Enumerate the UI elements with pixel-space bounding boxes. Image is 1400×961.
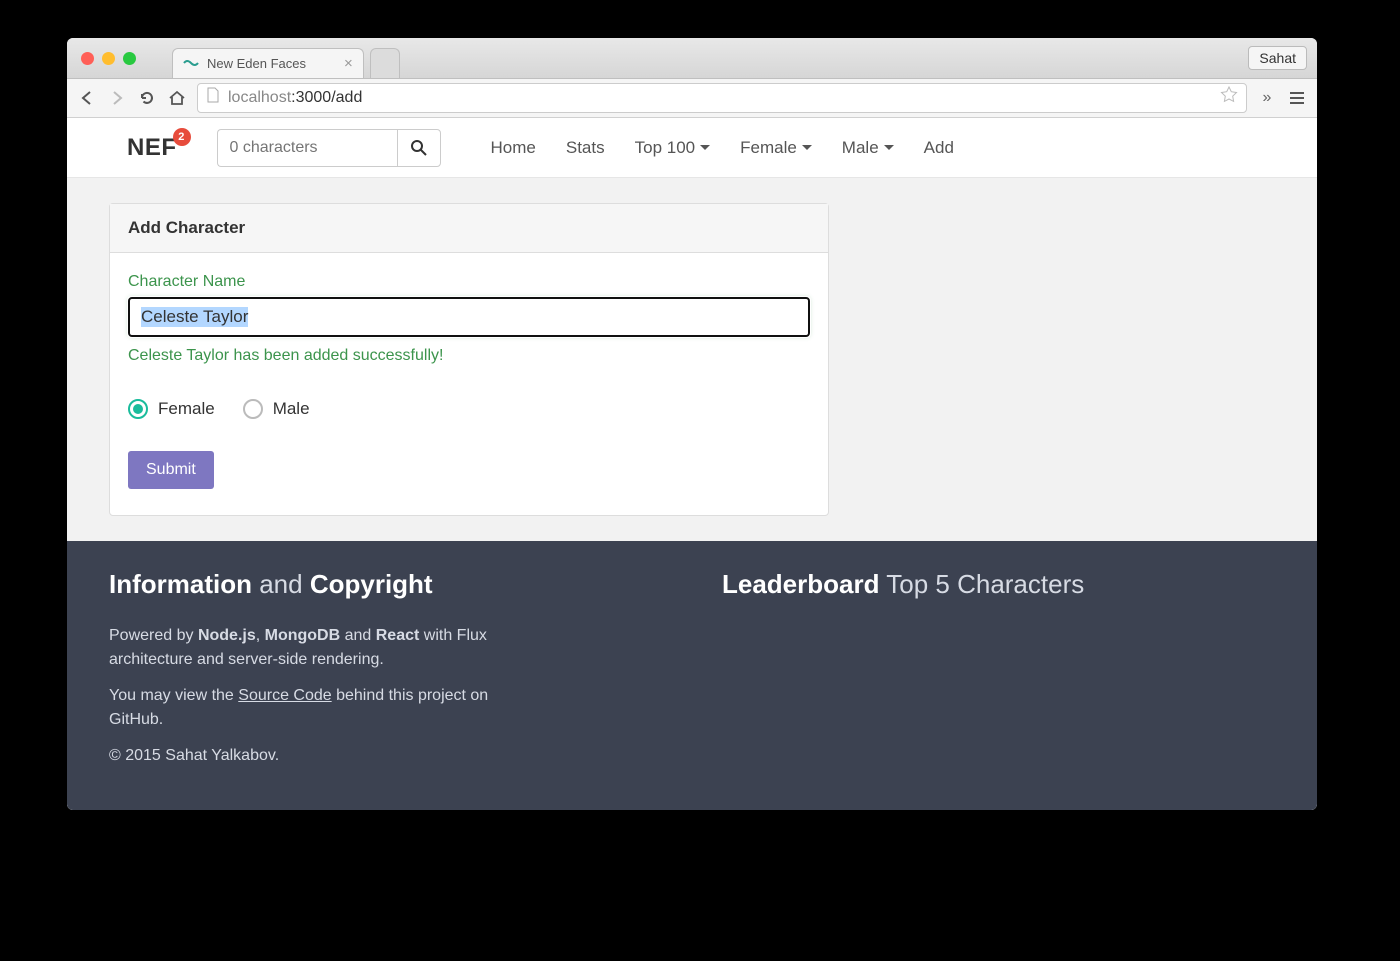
nav-add[interactable]: Add: [924, 138, 954, 158]
nav-male-label: Male: [842, 138, 879, 158]
minimize-window-icon[interactable]: [102, 52, 115, 65]
bookmark-star-icon[interactable]: [1220, 86, 1238, 109]
footer-info-strong2: Copyright: [310, 569, 433, 599]
traffic-lights: [81, 52, 136, 65]
app-navbar: NEF 2 Home Stats Top 100 Female Male Add: [67, 118, 1317, 178]
footer-leaderboard-col: Leaderboard Top 5 Characters: [722, 569, 1275, 780]
nav-male[interactable]: Male: [842, 138, 894, 158]
footer-info-strong1: Information: [109, 569, 252, 599]
favicon-icon: [183, 58, 199, 68]
reload-button[interactable]: [137, 88, 157, 108]
gender-female-label: Female: [158, 399, 215, 419]
radio-dot-icon: [243, 399, 263, 419]
search-group: [217, 129, 441, 167]
new-tab-button[interactable]: [370, 48, 400, 78]
notification-badge: 2: [173, 128, 191, 146]
gender-male-radio[interactable]: Male: [243, 399, 310, 419]
add-character-panel: Add Character Character Name Celeste Tay…: [109, 203, 829, 516]
footer-lead-sub: Top 5 Characters: [880, 569, 1085, 599]
tab-title: New Eden Faces: [207, 56, 306, 71]
submit-button[interactable]: Submit: [128, 451, 214, 489]
footer-source-line: You may view the Source Code behind this…: [109, 684, 539, 732]
title-bar: New Eden Faces × Sahat: [67, 38, 1317, 79]
search-input[interactable]: [217, 129, 397, 167]
nav-top100[interactable]: Top 100: [635, 138, 711, 158]
nav-stats[interactable]: Stats: [566, 138, 605, 158]
main-content: Add Character Character Name Celeste Tay…: [67, 178, 1317, 541]
footer-lead-strong: Leaderboard: [722, 569, 880, 599]
nav-top100-label: Top 100: [635, 138, 696, 158]
brand-text: NEF: [127, 134, 177, 161]
browser-tab-active[interactable]: New Eden Faces ×: [172, 48, 364, 78]
browser-tabs: New Eden Faces ×: [172, 38, 400, 78]
forward-button[interactable]: [107, 88, 127, 108]
address-bar[interactable]: localhost:3000/add: [197, 83, 1247, 113]
url-display: localhost:3000/add: [228, 89, 362, 107]
success-message: Celeste Taylor has been added successful…: [128, 347, 810, 365]
footer-leaderboard-heading: Leaderboard Top 5 Characters: [722, 569, 1275, 600]
page-content: NEF 2 Home Stats Top 100 Female Male Add…: [67, 118, 1317, 810]
footer-info-col: Information and Copyright Powered by Nod…: [109, 569, 662, 780]
close-tab-icon[interactable]: ×: [344, 55, 353, 72]
nav-female-label: Female: [740, 138, 797, 158]
footer: Information and Copyright Powered by Nod…: [67, 541, 1317, 810]
home-button[interactable]: [167, 88, 187, 108]
maximize-window-icon[interactable]: [123, 52, 136, 65]
panel-title: Add Character: [110, 204, 828, 253]
gender-male-label: Male: [273, 399, 310, 419]
chevron-down-icon: [802, 145, 812, 150]
footer-info-mid: and: [252, 569, 310, 599]
hamburger-menu-icon[interactable]: [1287, 88, 1307, 108]
footer-info-heading: Information and Copyright: [109, 569, 662, 600]
radio-dot-icon: [128, 399, 148, 419]
close-window-icon[interactable]: [81, 52, 94, 65]
panel-body: Character Name Celeste Taylor has been a…: [110, 253, 828, 515]
browser-window: New Eden Faces × Sahat localhost:3000/ad…: [67, 38, 1317, 810]
page-icon: [206, 87, 220, 108]
gender-radios: Female Male: [128, 399, 810, 419]
chevron-down-icon: [700, 145, 710, 150]
nav-home[interactable]: Home: [491, 138, 536, 158]
nav-links: Home Stats Top 100 Female Male Add: [491, 138, 954, 158]
browser-toolbar: localhost:3000/add »: [67, 79, 1317, 118]
url-path: /add: [331, 89, 362, 106]
character-name-input[interactable]: [128, 297, 810, 337]
character-name-label: Character Name: [128, 273, 810, 291]
overflow-chevron-icon[interactable]: »: [1257, 88, 1277, 108]
chevron-down-icon: [884, 145, 894, 150]
url-host: localhost: [228, 89, 291, 106]
url-port: :3000: [291, 89, 331, 106]
footer-powered-by: Powered by Node.js, MongoDB and React wi…: [109, 624, 539, 672]
back-button[interactable]: [77, 88, 97, 108]
gender-female-radio[interactable]: Female: [128, 399, 215, 419]
footer-copyright: © 2015 Sahat Yalkabov.: [109, 744, 539, 768]
user-profile-badge[interactable]: Sahat: [1248, 46, 1307, 70]
nav-female[interactable]: Female: [740, 138, 812, 158]
source-code-link[interactable]: Source Code: [238, 687, 331, 704]
brand-logo[interactable]: NEF 2: [127, 134, 177, 162]
search-button[interactable]: [397, 129, 441, 167]
